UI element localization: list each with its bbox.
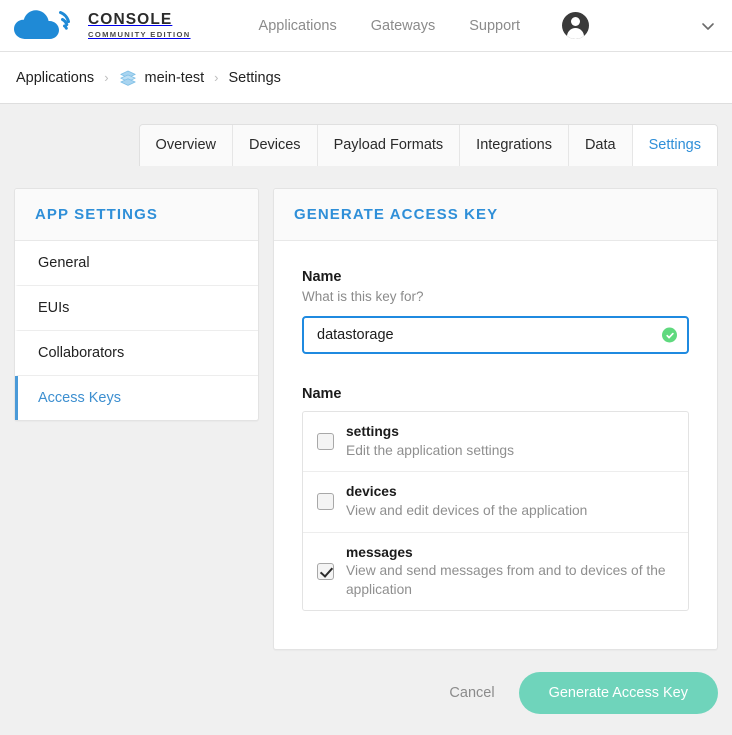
- breadcrumb-separator-2: ›: [214, 70, 219, 85]
- breadcrumb-applications[interactable]: Applications: [16, 70, 94, 86]
- access-key-name-input[interactable]: [302, 316, 689, 354]
- sidebar-title: APP SETTINGS: [35, 206, 158, 223]
- rights-checkbox-devices[interactable]: [317, 493, 334, 511]
- form-actions: Cancel Generate Access Key: [0, 650, 732, 715]
- rights-text-devices: devices View and edit devices of the app…: [346, 483, 674, 520]
- panel-header: GENERATE ACCESS KEY: [274, 189, 717, 241]
- tab-payload-formats[interactable]: Payload Formats: [317, 125, 461, 166]
- rights-checkbox-settings[interactable]: [317, 433, 334, 451]
- rights-row-messages[interactable]: messages View and send messages from and…: [303, 533, 688, 611]
- breadcrumb-separator: ›: [104, 70, 109, 85]
- avatar-body-shape: [567, 28, 585, 39]
- chevron-down-icon[interactable]: [700, 18, 716, 34]
- nav-item-gateways[interactable]: Gateways: [371, 18, 435, 34]
- generate-access-key-button[interactable]: Generate Access Key: [518, 672, 718, 715]
- check-circle-icon: [662, 327, 677, 343]
- name-input-wrapper: [302, 316, 689, 354]
- rights-name-devices: devices: [346, 484, 397, 500]
- rights-desc-messages: View and send messages from and to devic…: [346, 563, 666, 597]
- rights-list: settings Edit the application settings d…: [302, 411, 689, 612]
- tab-bar: Overview Devices Payload Formats Integra…: [138, 124, 718, 166]
- rights-checkbox-messages[interactable]: [317, 562, 334, 580]
- tab-data[interactable]: Data: [568, 125, 633, 166]
- sidebar-item-general[interactable]: General: [15, 241, 258, 286]
- panel-body: Name What is this key for? Name settings…: [274, 241, 717, 649]
- brand-logo-link[interactable]: CONSOLE COMMUNITY EDITION: [14, 9, 191, 43]
- panel-title: GENERATE ACCESS KEY: [294, 206, 499, 223]
- rights-desc-devices: View and edit devices of the application: [346, 502, 588, 518]
- name-field-hint: What is this key for?: [302, 289, 424, 304]
- sidebar-item-collaborators[interactable]: Collaborators: [15, 331, 258, 376]
- breadcrumb-current: Settings: [228, 69, 281, 86]
- top-navigation-bar: CONSOLE COMMUNITY EDITION Applications G…: [0, 0, 732, 52]
- rights-text-messages: messages View and send messages from and…: [346, 544, 674, 600]
- app-settings-sidebar: APP SETTINGS General EUIs Collaborators …: [14, 188, 259, 421]
- user-menu[interactable]: [562, 12, 590, 39]
- breadcrumb: Applications › mein-test › Settings: [0, 52, 732, 104]
- tab-bar-area: Overview Devices Payload Formats Integra…: [0, 104, 732, 166]
- cancel-button[interactable]: Cancel: [443, 677, 500, 709]
- layers-stack-icon: [119, 70, 136, 86]
- sidebar-item-euis[interactable]: EUIs: [15, 286, 258, 331]
- rights-row-settings[interactable]: settings Edit the application settings: [303, 412, 688, 473]
- breadcrumb-application[interactable]: mein-test: [119, 69, 205, 87]
- tab-integrations[interactable]: Integrations: [460, 125, 569, 166]
- brand-text: CONSOLE COMMUNITY EDITION: [88, 11, 191, 39]
- main-nav-links: Applications Gateways Support: [259, 18, 520, 34]
- tab-overview[interactable]: Overview: [139, 125, 233, 166]
- sidebar-header: APP SETTINGS: [15, 189, 258, 241]
- rights-row-devices[interactable]: devices View and edit devices of the app…: [303, 472, 688, 533]
- user-avatar-icon[interactable]: [562, 12, 590, 39]
- breadcrumb-application-label: mein-test: [144, 69, 205, 86]
- avatar-head-shape: [571, 17, 581, 26]
- tab-settings[interactable]: Settings: [632, 125, 717, 166]
- sidebar-item-access-keys[interactable]: Access Keys: [15, 376, 258, 420]
- main-content: APP SETTINGS General EUIs Collaborators …: [0, 166, 732, 651]
- brand-subtitle: COMMUNITY EDITION: [88, 29, 191, 39]
- rights-section-label: Name: [302, 386, 342, 402]
- cloud-signal-logo-icon: [14, 9, 70, 39]
- nav-item-support[interactable]: Support: [469, 18, 520, 34]
- rights-text-settings: settings Edit the application settings: [346, 423, 674, 460]
- rights-name-settings: settings: [346, 424, 399, 439]
- name-field-label: Name: [302, 269, 342, 285]
- rights-name-messages: messages: [346, 544, 413, 560]
- brand-title: CONSOLE: [88, 11, 173, 29]
- rights-desc-settings: Edit the application settings: [346, 442, 514, 458]
- nav-item-applications[interactable]: Applications: [259, 18, 337, 34]
- generate-access-key-panel: GENERATE ACCESS KEY Name What is this ke…: [273, 188, 718, 651]
- tab-devices[interactable]: Devices: [232, 125, 318, 166]
